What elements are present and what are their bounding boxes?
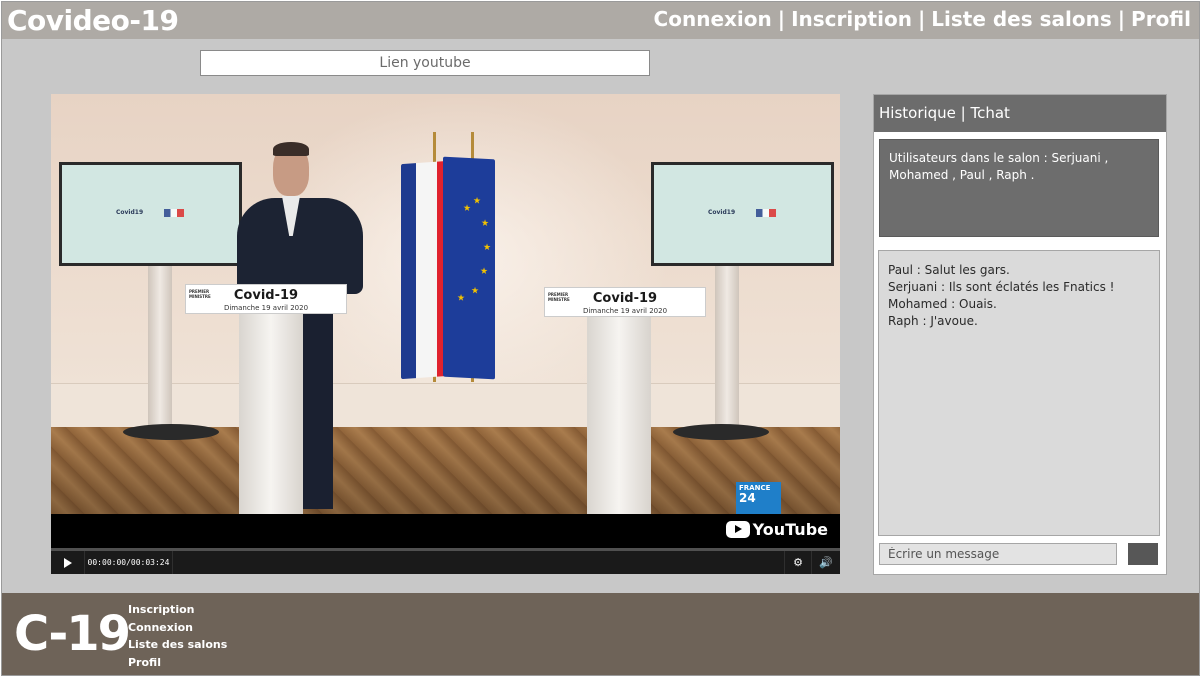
speaker-legs [301,309,333,509]
message-input[interactable] [879,543,1117,565]
footer: C-19 Inscription Connexion Liste des sal… [2,593,1199,675]
youtube-logo[interactable]: YouTube [725,520,828,539]
youtube-logo-text: YouTube [752,520,828,539]
nav-separator: | [777,7,786,31]
flag-logo-icon [164,209,184,217]
volume-button[interactable]: 🔊 [812,551,840,574]
star-icon: ★ [473,196,482,207]
display-screen-right: Covid19 [651,162,834,266]
display-screen-left: Covid19 [59,162,242,266]
podium-sign-left: PREMIER MINISTRE Covid-19 Dimanche 19 av… [185,284,347,314]
chat-header: Historique | Tchat [874,95,1166,132]
footer-nav: Inscription Connexion Liste des salons P… [128,601,227,671]
screen-title-right: Covid19 [708,209,736,216]
podium-right [587,314,651,514]
gear-icon: ⚙ [793,556,803,569]
star-icon: ★ [463,203,472,215]
chat-history[interactable]: Paul : Salut les gars. Serjuani : Ils so… [878,250,1160,536]
nav-login-link[interactable]: Connexion [654,7,772,31]
podium-title-left: Covid-19 [233,288,299,303]
star-icon: ★ [471,286,480,297]
footer-signup-link[interactable]: Inscription [128,601,227,619]
time-display: 00:00:00/00:03:24 [85,551,173,574]
podium-title-right: Covid-19 [592,291,658,306]
star-icon: ★ [481,218,490,230]
room-users-list: Utilisateurs dans le salon : Serjuani , … [879,139,1159,237]
footer-profile-link[interactable]: Profil [128,654,227,672]
video-player[interactable]: Covid19 Covid19 ★ ★ ★ ★ ★ ★ ★ PREMIER MI… [51,94,840,574]
star-icon: ★ [480,266,489,277]
footer-login-link[interactable]: Connexion [128,619,227,637]
channel-number: 24 [739,491,756,505]
podium-sign-right: PREMIER MINISTRE Covid-19 Dimanche 19 av… [544,287,706,317]
france24-logo: FRANCE 24 [736,482,781,514]
stand-base-left [123,424,219,440]
footer-logo[interactable]: C-19 [14,607,131,661]
chat-message: Serjuani : Ils sont éclatés les Fnatics … [888,280,1115,294]
nav-rooms-link[interactable]: Liste des salons [931,7,1111,31]
youtube-branding-bar: YouTube [51,514,840,548]
top-header: Covideo-19 Connexion | Inscription | Liste d… [2,2,1199,39]
nav-signup-link[interactable]: Inscription [791,7,912,31]
nav-separator: | [1117,7,1126,31]
podium-subtitle-right: Dimanche 19 avril 2020 [582,307,668,315]
youtube-play-icon [725,521,750,538]
screen-stand-left [148,262,172,430]
screen-stand-right [715,262,739,430]
flag-logo-icon [756,209,776,217]
screen-title-left: Covid19 [116,209,144,216]
podium-subtitle-left: Dimanche 19 avril 2020 [223,304,309,312]
eu-flag: ★ ★ ★ ★ ★ ★ ★ [443,156,495,380]
chat-message: Paul : Salut les gars. [888,263,1010,277]
speaker-hair [273,142,309,156]
chat-panel: Historique | Tchat Utilisateurs dans le … [873,94,1167,575]
floor-shade [51,427,840,514]
chat-message: Mohamed : Ouais. [888,297,997,311]
star-icon: ★ [483,242,492,254]
video-frame[interactable]: Covid19 Covid19 ★ ★ ★ ★ ★ ★ ★ PREMIER MI… [51,94,840,514]
play-button[interactable] [51,551,85,574]
nav-separator: | [917,7,926,31]
star-icon: ★ [457,293,466,304]
send-button[interactable] [1128,543,1158,565]
chat-message: Raph : J'avoue. [888,314,978,328]
play-icon [63,557,72,568]
youtube-link-input[interactable] [200,50,650,76]
footer-rooms-link[interactable]: Liste des salons [128,636,227,654]
video-controls: 00:00:00/00:03:24 ⚙ 🔊 [51,551,840,574]
top-nav: Connexion | Inscription | Liste des salons | P… [654,7,1191,31]
podium-left [239,314,303,514]
speaker-icon: 🔊 [819,556,833,569]
settings-button[interactable]: ⚙ [784,551,812,574]
site-brand[interactable]: Covideo-19 [7,4,179,37]
speaker-body [237,198,363,294]
nav-profile-link[interactable]: Profil [1131,7,1191,31]
stand-base-right [673,424,769,440]
